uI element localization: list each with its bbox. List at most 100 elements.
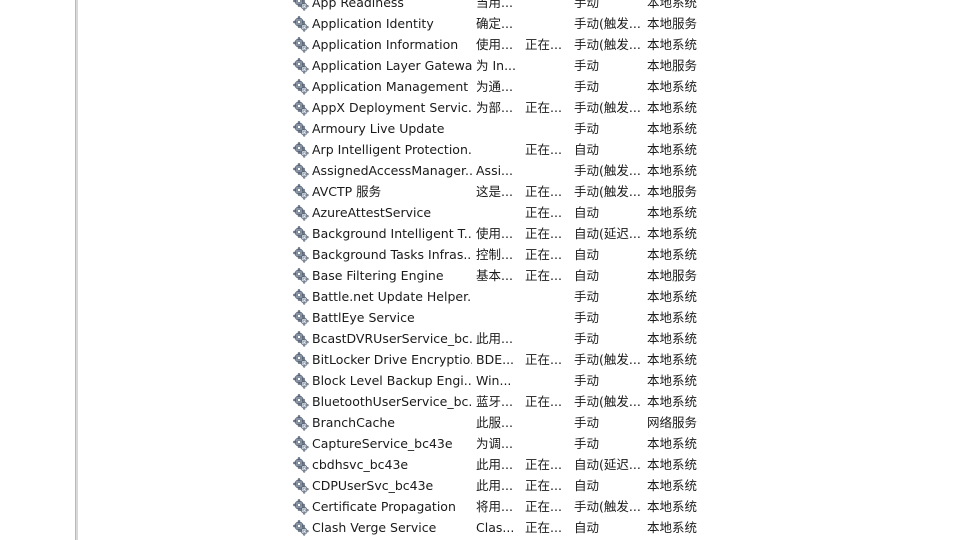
gear-icon bbox=[293, 520, 309, 536]
service-name: cbdhsvc_bc43e bbox=[312, 457, 409, 472]
service-startup-type: 手动 bbox=[574, 415, 600, 430]
service-description: Clas... bbox=[476, 520, 515, 535]
service-name: Base Filtering Engine bbox=[312, 268, 444, 283]
service-row[interactable]: AVCTP 服务 这是... 正在... 手动(触发... 本地服务 bbox=[0, 181, 960, 202]
gear-icon bbox=[293, 163, 309, 179]
service-startup-type: 自动(延迟... bbox=[574, 457, 641, 472]
service-row[interactable]: BcastDVRUserService_bc... 此用... 手动 本地系统 bbox=[0, 328, 960, 349]
service-name: BattlEye Service bbox=[312, 310, 415, 325]
service-log-on-as: 本地系统 bbox=[647, 100, 698, 115]
service-row[interactable]: CaptureService_bc43e 为调... 手动 本地系统 bbox=[0, 433, 960, 454]
service-log-on-as: 本地系统 bbox=[647, 0, 698, 10]
service-row[interactable]: Armoury Live Update 手动 本地系统 bbox=[0, 118, 960, 139]
service-row[interactable]: Block Level Backup Engi... Win... 手动 本地系统 bbox=[0, 370, 960, 391]
service-description: 此服... bbox=[476, 415, 513, 430]
gear-icon bbox=[293, 394, 309, 410]
gear-icon bbox=[293, 268, 309, 284]
service-description: 确定... bbox=[476, 16, 513, 31]
service-row[interactable]: Arp Intelligent Protection... 正在... 自动 本地系统 bbox=[0, 139, 960, 160]
service-description: 将用... bbox=[476, 499, 513, 514]
service-startup-type: 自动 bbox=[574, 520, 600, 535]
service-log-on-as: 本地系统 bbox=[647, 226, 698, 241]
gear-icon bbox=[293, 436, 309, 452]
gear-icon bbox=[293, 226, 309, 242]
service-name: AssignedAccessManager... bbox=[312, 163, 472, 178]
service-status: 正在... bbox=[525, 499, 562, 514]
service-row[interactable]: Clash Verge Service Clas... 正在... 自动 本地系统 bbox=[0, 517, 960, 538]
service-row[interactable]: CDPUserSvc_bc43e 此用... 正在... 自动 本地系统 bbox=[0, 475, 960, 496]
service-log-on-as: 本地系统 bbox=[647, 457, 698, 472]
service-row[interactable]: AzureAttestService 正在... 自动 本地系统 bbox=[0, 202, 960, 223]
service-startup-type: 手动 bbox=[574, 0, 600, 10]
service-row[interactable]: App Readiness 当用... 手动 本地系统 bbox=[0, 0, 960, 13]
service-startup-type: 手动(触发... bbox=[574, 184, 641, 199]
service-name: AVCTP 服务 bbox=[312, 184, 382, 199]
service-status: 正在... bbox=[525, 184, 562, 199]
gear-icon bbox=[293, 289, 309, 305]
service-startup-type: 自动 bbox=[574, 247, 600, 262]
service-row[interactable]: Certificate Propagation 将用... 正在... 手动(触发..… bbox=[0, 496, 960, 517]
service-row[interactable]: Application Management 为通... 手动 本地系统 bbox=[0, 76, 960, 97]
service-row[interactable]: AppX Deployment Servic... 为部... 正在... 手动(触发… bbox=[0, 97, 960, 118]
service-row[interactable]: BitLocker Drive Encryptio... BDE... 正在... 手… bbox=[0, 349, 960, 370]
service-status: 正在... bbox=[525, 37, 562, 52]
service-name: Background Tasks Infras... bbox=[312, 247, 472, 262]
service-row[interactable]: Base Filtering Engine 基本... 正在... 自动 本地服务 bbox=[0, 265, 960, 286]
service-startup-type: 手动(触发... bbox=[574, 37, 641, 52]
service-log-on-as: 本地系统 bbox=[647, 436, 698, 451]
service-log-on-as: 本地服务 bbox=[647, 268, 698, 283]
service-startup-type: 手动(触发... bbox=[574, 394, 641, 409]
gear-icon bbox=[293, 499, 309, 515]
service-name: Application Information bbox=[312, 37, 459, 52]
service-name: Application Layer Gatewa... bbox=[312, 58, 472, 73]
gear-icon bbox=[293, 352, 309, 368]
service-name: BluetoothUserService_bc... bbox=[312, 394, 472, 409]
service-row[interactable]: Battle.net Update Helper... 手动 本地系统 bbox=[0, 286, 960, 307]
service-log-on-as: 网络服务 bbox=[647, 415, 698, 430]
service-startup-type: 自动 bbox=[574, 478, 600, 493]
service-description: 基本... bbox=[476, 268, 513, 283]
service-row[interactable]: BranchCache 此服... 手动 网络服务 bbox=[0, 412, 960, 433]
service-startup-type: 手动 bbox=[574, 310, 600, 325]
service-log-on-as: 本地系统 bbox=[647, 163, 698, 178]
service-startup-type: 手动 bbox=[574, 121, 600, 136]
gear-icon bbox=[293, 331, 309, 347]
service-status: 正在... bbox=[525, 394, 562, 409]
service-startup-type: 自动(延迟... bbox=[574, 226, 641, 241]
service-row[interactable]: Application Information 使用... 正在... 手动(触发..… bbox=[0, 34, 960, 55]
service-row[interactable]: cbdhsvc_bc43e 此用... 正在... 自动(延迟... 本地系统 bbox=[0, 454, 960, 475]
service-row[interactable]: BluetoothUserService_bc... 蓝牙... 正在... 手动(触… bbox=[0, 391, 960, 412]
service-log-on-as: 本地系统 bbox=[647, 205, 698, 220]
service-row[interactable]: BattlEye Service 手动 本地系统 bbox=[0, 307, 960, 328]
service-log-on-as: 本地系统 bbox=[647, 247, 698, 262]
service-status: 正在... bbox=[525, 226, 562, 241]
service-name: Block Level Backup Engi... bbox=[312, 373, 472, 388]
service-startup-type: 自动 bbox=[574, 268, 600, 283]
service-description: 使用... bbox=[476, 37, 513, 52]
service-log-on-as: 本地系统 bbox=[647, 79, 698, 94]
service-name: Application Management bbox=[312, 79, 469, 94]
service-row[interactable]: Application Layer Gatewa... 为 In... 手动 本地服务 bbox=[0, 55, 960, 76]
service-log-on-as: 本地系统 bbox=[647, 37, 698, 52]
gear-icon bbox=[293, 310, 309, 326]
service-description: 此用... bbox=[476, 457, 513, 472]
service-row[interactable]: Background Intelligent T... 使用... 正在... 自动(… bbox=[0, 223, 960, 244]
service-status: 正在... bbox=[525, 352, 562, 367]
service-log-on-as: 本地系统 bbox=[647, 289, 698, 304]
service-startup-type: 手动 bbox=[574, 289, 600, 304]
service-row[interactable]: Background Tasks Infras... 控制... 正在... 自动 本地… bbox=[0, 244, 960, 265]
service-startup-type: 手动(触发... bbox=[574, 16, 641, 31]
service-row[interactable]: AssignedAccessManager... Assi... 手动(触发... 本… bbox=[0, 160, 960, 181]
service-status: 正在... bbox=[525, 478, 562, 493]
service-description: 为部... bbox=[476, 100, 513, 115]
gear-icon bbox=[293, 373, 309, 389]
service-startup-type: 手动 bbox=[574, 79, 600, 94]
service-log-on-as: 本地服务 bbox=[647, 184, 698, 199]
service-log-on-as: 本地系统 bbox=[647, 499, 698, 514]
service-name: AzureAttestService bbox=[312, 205, 432, 220]
gear-icon bbox=[293, 16, 309, 32]
service-description: BDE... bbox=[476, 352, 515, 367]
service-name: Battle.net Update Helper... bbox=[312, 289, 472, 304]
service-row[interactable]: Application Identity 确定... 手动(触发... 本地服务 bbox=[0, 13, 960, 34]
service-startup-type: 自动 bbox=[574, 142, 600, 157]
